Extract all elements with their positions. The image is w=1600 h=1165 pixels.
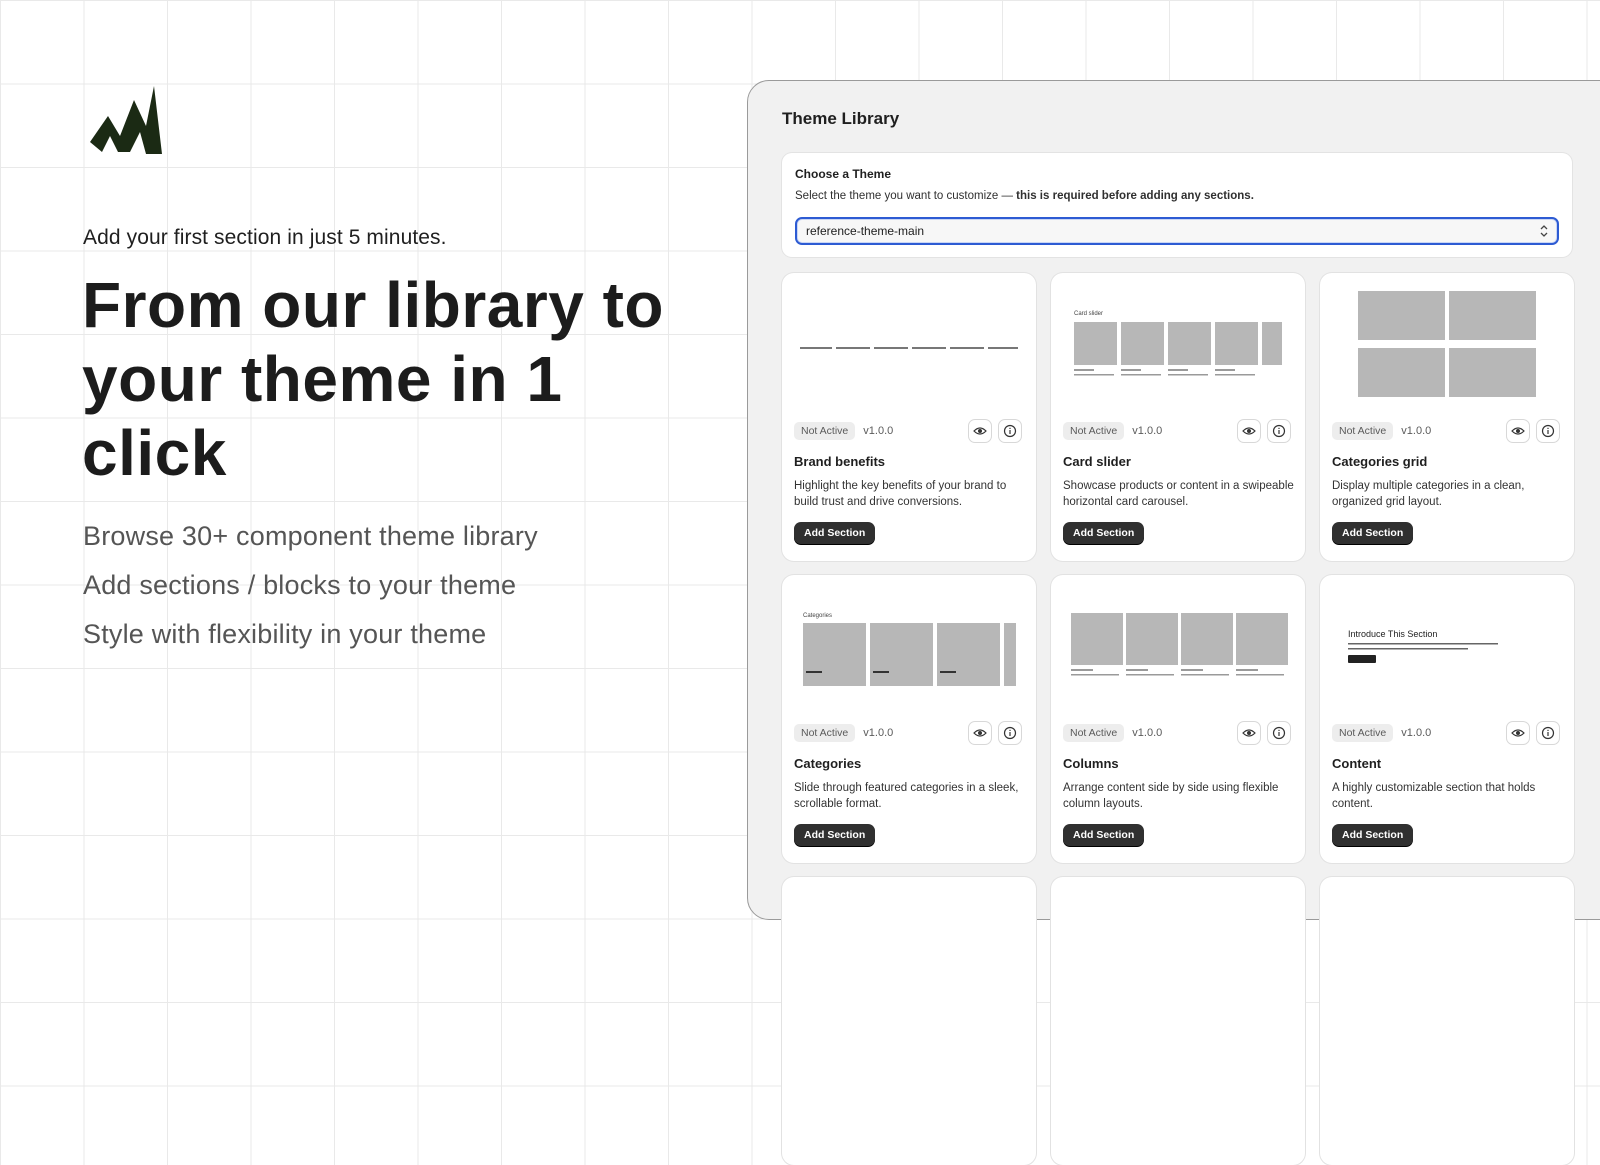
preview-title: Categories xyxy=(803,613,832,619)
feature-item: Add sections / blocks to your theme xyxy=(83,570,517,600)
add-section-button[interactable]: Add Section xyxy=(794,522,876,544)
preview-title: Introduce This Section xyxy=(1348,629,1437,639)
content-preview: Introduce This Section xyxy=(1348,629,1498,663)
info-icon xyxy=(1272,726,1286,740)
version-label: v1.0.0 xyxy=(1132,727,1163,739)
status-badge: Not Active xyxy=(1332,422,1394,440)
page-title: Theme Library xyxy=(782,109,900,128)
info-icon xyxy=(1541,424,1555,438)
hero-headline: From our library to your theme in 1 clic… xyxy=(82,269,664,489)
section-card-content: Introduce This Section Not Active v1.0.0… xyxy=(1320,575,1574,863)
preview-button[interactable] xyxy=(1506,721,1530,745)
preview-button[interactable] xyxy=(1506,419,1530,443)
add-section-button[interactable]: Add Section xyxy=(794,824,876,846)
version-label: v1.0.0 xyxy=(1132,425,1163,437)
info-button[interactable] xyxy=(998,419,1022,443)
version-label: v1.0.0 xyxy=(863,425,894,437)
columns-preview xyxy=(1071,613,1288,676)
card-description: Arrange content side by side using flexi… xyxy=(1063,782,1279,810)
eye-icon xyxy=(973,729,987,737)
card-title: Columns xyxy=(1063,756,1119,771)
theme-picker-label: Choose a Theme xyxy=(795,167,892,181)
info-icon xyxy=(1003,424,1017,438)
card-title: Card slider xyxy=(1063,454,1131,469)
info-icon xyxy=(1541,726,1555,740)
card-meta: Not Active v1.0.0 xyxy=(1332,421,1431,441)
preview-button[interactable] xyxy=(1237,721,1261,745)
theme-select-value: reference-theme-main xyxy=(806,224,925,238)
card-description: Display multiple categories in a clean, … xyxy=(1332,480,1525,508)
info-button[interactable] xyxy=(1267,721,1291,745)
add-section-button[interactable]: Add Section xyxy=(1063,522,1145,544)
section-card-categories: Categories Not Active v1.0.0 Categories … xyxy=(782,575,1036,863)
preview-title: Card slider xyxy=(1074,311,1103,317)
card-meta: Not Active v1.0.0 xyxy=(794,421,893,441)
card-description: Showcase products or content in a swipea… xyxy=(1063,480,1294,508)
status-badge: Not Active xyxy=(794,422,856,440)
categories-grid-preview xyxy=(1358,291,1536,397)
brand-benefits-preview xyxy=(800,347,1018,349)
preview-button[interactable] xyxy=(968,419,992,443)
preview-button[interactable] xyxy=(1237,419,1261,443)
status-badge: Not Active xyxy=(1063,724,1125,742)
theme-select[interactable]: reference-theme-main xyxy=(795,217,1559,245)
card-description: A highly customizable section that holds… xyxy=(1332,782,1536,810)
section-card-partial xyxy=(1320,877,1574,1165)
eye-icon xyxy=(1242,729,1256,737)
card-title: Categories grid xyxy=(1332,454,1428,469)
brand-logo xyxy=(90,86,162,154)
card-description: Highlight the key benefits of your brand… xyxy=(794,480,1007,508)
section-card-partial xyxy=(782,877,1036,1165)
section-card-card-slider: Card slider Not Active v1.0.0 Card slide… xyxy=(1051,273,1305,561)
status-badge: Not Active xyxy=(794,724,856,742)
eye-icon xyxy=(1511,729,1525,737)
card-meta: Not Active v1.0.0 xyxy=(1063,421,1162,441)
card-description: Slide through featured categories in a s… xyxy=(794,782,1019,810)
theme-library-window: Theme Library Choose a Theme Select the … xyxy=(747,80,1600,1165)
hero-kicker: Add your first section in just 5 minutes… xyxy=(83,226,447,249)
theme-picker-panel: Choose a Theme Select the theme you want… xyxy=(782,153,1572,257)
section-card-partial xyxy=(1051,877,1305,1165)
info-button[interactable] xyxy=(1536,419,1560,443)
status-badge: Not Active xyxy=(1332,724,1394,742)
version-label: v1.0.0 xyxy=(1401,425,1432,437)
eye-icon xyxy=(1511,427,1525,435)
info-icon xyxy=(1003,726,1017,740)
version-label: v1.0.0 xyxy=(863,727,894,739)
preview-button[interactable] xyxy=(968,721,992,745)
add-section-button[interactable]: Add Section xyxy=(1063,824,1145,846)
select-chevron-icon xyxy=(1540,225,1548,237)
card-title: Brand benefits xyxy=(794,454,886,469)
eye-icon xyxy=(973,427,987,435)
info-button[interactable] xyxy=(1536,721,1560,745)
info-button[interactable] xyxy=(998,721,1022,745)
card-title: Content xyxy=(1332,756,1382,771)
eye-icon xyxy=(1242,427,1256,435)
card-meta: Not Active v1.0.0 xyxy=(794,723,893,743)
categories-preview: Categories xyxy=(803,613,1016,686)
version-label: v1.0.0 xyxy=(1401,727,1432,739)
theme-picker-description: Select the theme you want to customize —… xyxy=(795,190,1254,202)
feature-item: Browse 30+ component theme library xyxy=(83,521,538,551)
card-slider-preview: Card slider xyxy=(1074,311,1282,376)
info-icon xyxy=(1272,424,1286,438)
section-card-columns: Not Active v1.0.0 Columns Arrange conten… xyxy=(1051,575,1305,863)
feature-item: Style with flexibility in your theme xyxy=(83,619,487,649)
add-section-button[interactable]: Add Section xyxy=(1332,522,1414,544)
add-section-button[interactable]: Add Section xyxy=(1332,824,1414,846)
section-card-brand-benefits: Not Active v1.0.0 Brand benefits Highlig… xyxy=(782,273,1036,561)
card-meta: Not Active v1.0.0 xyxy=(1063,723,1162,743)
section-card-categories-grid: Not Active v1.0.0 Categories grid Displa… xyxy=(1320,273,1574,561)
feature-list: Browse 30+ component theme library Add s… xyxy=(83,512,538,659)
card-meta: Not Active v1.0.0 xyxy=(1332,723,1431,743)
info-button[interactable] xyxy=(1267,419,1291,443)
card-title: Categories xyxy=(794,756,862,771)
status-badge: Not Active xyxy=(1063,422,1125,440)
